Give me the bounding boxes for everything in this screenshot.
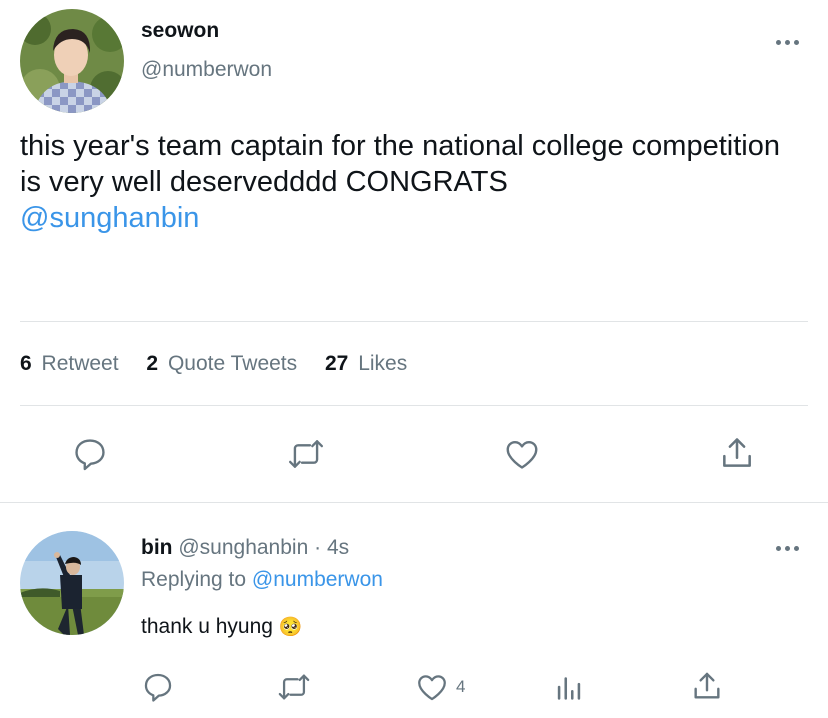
tweet-text: this year's team captain for the nationa… [20,128,780,236]
like-icon[interactable] [502,435,542,473]
author-handle[interactable]: @numberwon [141,58,272,82]
reply-avatar[interactable] [20,531,124,635]
quotes-count: 2 [146,352,159,375]
replying-to: Replying to @numberwon [141,568,383,592]
replying-handle-link[interactable]: @numberwon [252,568,383,591]
reply-like-count: 4 [456,677,466,696]
likes-label: Likes [358,352,408,375]
reply-share-icon[interactable] [690,668,724,704]
reply-author-handle[interactable]: @sunghanbin [178,536,308,559]
pleading-face-emoji: 🥺 [278,617,303,638]
retweets-count: 6 [20,352,32,375]
mention-link[interactable]: @sunghanbin [20,202,199,234]
divider [20,321,808,322]
quotes-stat[interactable]: 2 Quote Tweets [146,352,303,375]
divider [0,502,828,503]
reply-reply-icon[interactable] [141,670,175,704]
likes-stat[interactable]: 27 Likes [325,352,407,375]
reply-icon[interactable] [71,435,109,473]
retweets-label: Retweet [41,352,119,375]
reply-author-name[interactable]: bin [141,536,173,559]
retweets-stat[interactable]: 6 Retweet [20,352,124,375]
reply-body: thank u hyung [141,615,273,638]
author-name[interactable]: seowon [141,19,219,43]
quotes-label: Quote Tweets [167,352,298,375]
reply-like-icon[interactable] [415,670,449,704]
more-options-icon[interactable] [776,40,799,45]
separator-dot: · [314,536,322,559]
reply-timestamp[interactable]: 4s [327,536,349,559]
reply-header: bin @sunghanbin · 4s [141,536,349,560]
likes-count: 27 [325,352,349,375]
share-icon[interactable] [718,433,756,473]
reply-text: thank u hyung 🥺 [141,615,302,639]
author-avatar[interactable] [20,9,124,113]
reply-more-options-icon[interactable] [776,546,799,551]
analytics-icon[interactable] [552,670,586,704]
replying-prefix: Replying to [141,568,247,591]
tweet-stats: 6 Retweet 2 Quote Tweets 27 Likes [20,352,407,376]
tweet-body: this year's team captain for the nationa… [20,130,780,198]
retweet-icon[interactable] [286,435,326,473]
divider [20,405,808,406]
reply-retweet-icon[interactable] [276,670,312,704]
